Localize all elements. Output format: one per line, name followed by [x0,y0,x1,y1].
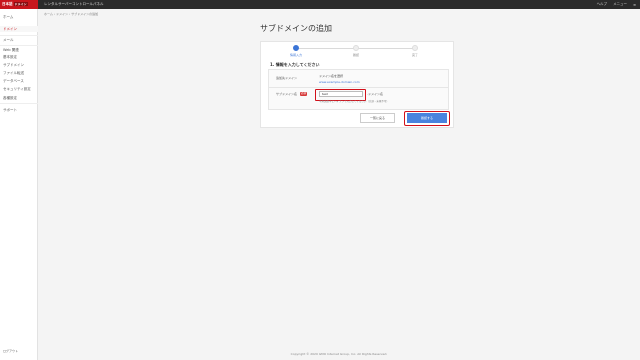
sidebar-item-subdomain[interactable]: サブドメイン [3,63,24,68]
target-domain-value: ドメイン名を選択 [319,74,344,78]
target-domain-link[interactable]: www.example-domain.com [319,80,360,84]
hamburger-icon[interactable]: ≡ [633,3,636,7]
service-name: レンタルサーバーコントロールパネル [44,2,104,6]
breadcrumb: ホーム › ドメイン › サブドメインの追加 [44,12,99,16]
header-links: ヘルプ メニュー ≡ [597,0,636,9]
sidebar-item-support[interactable]: サポート [3,108,17,113]
target-domain-label: 追加先ドメイン [276,76,298,80]
sidebar-item-mail[interactable]: メール [3,38,14,43]
subdomain-input[interactable] [319,91,363,97]
domain-suffix: .ドメイン名 [367,92,383,96]
sidebar-item-web[interactable]: Web 関連 [3,48,19,53]
footer-copyright: Copyright © 2020 GMO Internet Group, Inc… [290,352,388,356]
back-button[interactable]: 一覧に戻る [360,113,395,123]
confirm-button[interactable]: 確認する [407,113,447,123]
step-dot-input [293,45,299,51]
step-label-confirm: 確認 [352,53,359,57]
input-hint: 半角英数字とハイフンで入力してください（先頭・末尾不可） [319,100,389,103]
logo[interactable]: 日本語 ドメイン [0,0,38,9]
sidebar-item-file-transfer[interactable]: ファイル転送 [3,71,24,76]
sidebar-divider [0,35,38,36]
sidebar-item-database[interactable]: データベース [3,79,24,84]
sidebar: ホーム ドメイン メール Web 関連 基本設定 サブドメイン ファイル転送 デ… [0,9,38,360]
sidebar-divider [0,103,38,104]
step-dot-complete [412,45,418,51]
subdomain-label: サブドメイン名 [276,92,298,96]
step-label-input: 情報入力 [289,53,302,57]
top-bar: 日本語 ドメイン レンタルサーバーコントロールパネル ヘルプ メニュー ≡ [0,0,640,9]
logo-text: 日本語 [2,2,13,6]
logo-badge: ドメイン [13,2,28,6]
sidebar-divider [0,45,38,46]
step-label-complete: 完了 [411,53,418,57]
sidebar-item-settings[interactable]: 各種設定 [3,96,17,101]
section-heading: 1. 情報を入力してください [270,62,320,67]
sidebar-item-home[interactable]: ホーム [3,15,13,20]
step-dot-confirm [353,45,359,51]
required-badge: 必須 [300,92,307,96]
menu-link[interactable]: メニュー [613,2,627,7]
form-card: 情報入力 確認 完了 1. 情報を入力してください 追加先ドメイン ドメイン名を… [260,41,454,128]
form-box: 追加先ドメイン ドメイン名を選択 www.example-domain.com … [268,69,449,110]
help-link[interactable]: ヘルプ [597,2,608,7]
sidebar-item-security[interactable]: セキュリティ設定 [3,87,31,92]
sidebar-item-domain[interactable]: ドメイン [3,27,17,32]
page-title: サブドメインの追加 [260,24,332,33]
sidebar-item-basic-settings[interactable]: 基本設定 [3,55,17,60]
form-divider [269,87,448,88]
